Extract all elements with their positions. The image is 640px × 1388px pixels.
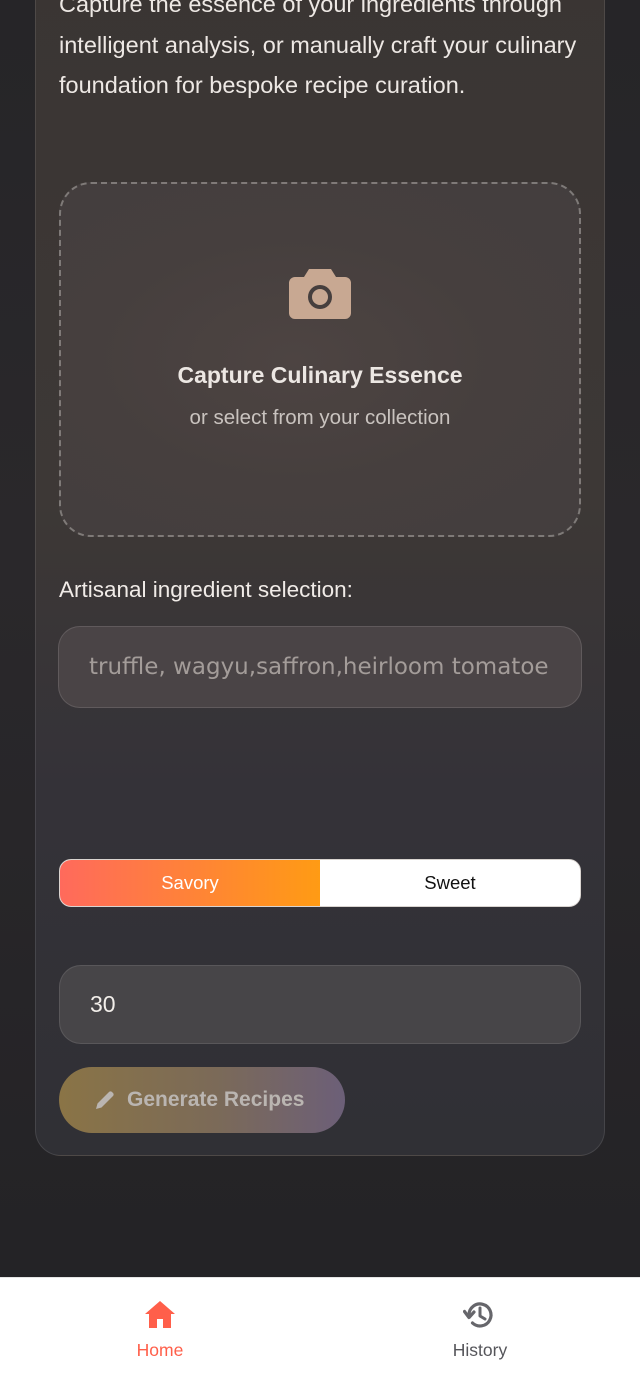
generate-recipes-label: Generate Recipes xyxy=(127,1088,305,1111)
savory-option[interactable]: Savory xyxy=(60,860,320,906)
generate-recipes-button[interactable]: Generate Recipes xyxy=(59,1067,345,1133)
home-icon xyxy=(145,1301,175,1328)
history-icon xyxy=(463,1302,493,1328)
ingredients-label: Artisanal ingredient selection: xyxy=(59,577,353,602)
cooking-time-input[interactable] xyxy=(59,965,581,1044)
image-upload-dropzone[interactable] xyxy=(59,182,581,537)
sweet-option[interactable]: Sweet xyxy=(320,860,580,906)
camera-icon xyxy=(289,269,351,319)
flavor-toggle: Savory Sweet xyxy=(59,859,581,907)
bottom-tab-bar: Home History xyxy=(0,1277,640,1388)
tab-home-label: Home xyxy=(136,1340,184,1360)
intro-text: Capture the essence of your ingredients … xyxy=(59,0,577,98)
pencil-icon xyxy=(96,1091,114,1109)
tab-history-label: History xyxy=(452,1340,508,1360)
ingredients-input[interactable] xyxy=(58,626,582,708)
tab-history[interactable]: History xyxy=(320,1278,640,1388)
upload-title: Capture Culinary Essence xyxy=(177,362,463,388)
tab-home[interactable]: Home xyxy=(0,1278,320,1388)
upload-subtitle: or select from your collection xyxy=(189,406,451,429)
